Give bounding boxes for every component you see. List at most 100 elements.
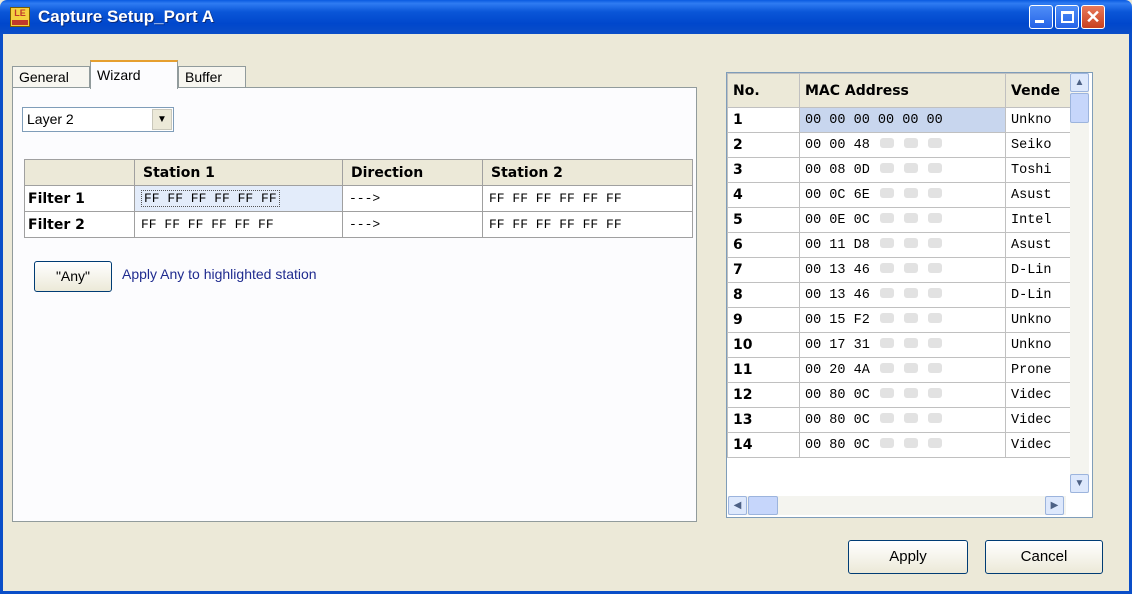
close-button[interactable]: ✕: [1081, 5, 1105, 29]
mac-address-value: 00 80 0C: [805, 387, 870, 403]
layer-select[interactable]: Layer 2 ▼: [22, 107, 174, 132]
tab-buffer[interactable]: Buffer: [178, 66, 246, 88]
tab-wizard[interactable]: Wizard: [90, 60, 178, 89]
mac-row-no: 5: [727, 207, 800, 233]
mac-row-address: 00 17 31: [799, 332, 1006, 358]
mac-row-no: 1: [727, 107, 800, 133]
filter2-station1-cell[interactable]: FF FF FF FF FF FF: [134, 211, 343, 238]
mac-table-header: No. MAC Address Vende: [727, 73, 1076, 108]
scroll-left-icon[interactable]: ◀: [728, 496, 747, 515]
mac-address-value: 00 17 31: [805, 337, 870, 353]
horizontal-scrollbar[interactable]: ◀ ▶: [728, 496, 1066, 515]
mac-address-value: 00 80 0C: [805, 412, 870, 428]
layer-select-value: Layer 2: [27, 111, 74, 127]
filter1-direction-cell[interactable]: --->: [342, 185, 483, 212]
mac-row-no: 2: [727, 132, 800, 158]
cancel-button[interactable]: Cancel: [985, 540, 1103, 574]
mac-row-address: 00 00 48: [799, 132, 1006, 158]
filter1-station2-cell[interactable]: FF FF FF FF FF FF: [482, 185, 693, 212]
maximize-button[interactable]: [1055, 5, 1079, 29]
mac-row-vendor: D-Lin: [1005, 257, 1076, 283]
table-row[interactable]: 9 00 15 F2 Unkno: [727, 307, 1076, 333]
mac-row-no: 11: [727, 357, 800, 383]
mac-address-value: 00 08 0D: [805, 162, 870, 178]
horizontal-scroll-thumb[interactable]: [748, 496, 778, 515]
filter-row-label: Filter 1: [24, 185, 135, 212]
filter2-direction-cell[interactable]: --->: [342, 211, 483, 238]
mac-row-address: 00 13 46: [799, 257, 1006, 283]
mac-row-vendor: Videc: [1005, 432, 1076, 458]
mac-row-address: 00 08 0D: [799, 157, 1006, 183]
mac-address-value: 00 13 46: [805, 287, 870, 303]
table-row[interactable]: Filter 1 FF FF FF FF FF FF ---> FF FF FF…: [24, 185, 693, 212]
table-row[interactable]: Filter 2 FF FF FF FF FF FF ---> FF FF FF…: [24, 211, 693, 238]
mac-row-no: 10: [727, 332, 800, 358]
mac-row-vendor: Unkno: [1005, 107, 1076, 133]
mac-address-value: 00 0E 0C: [805, 212, 870, 228]
any-button[interactable]: "Any": [34, 261, 112, 292]
col-header-mac[interactable]: MAC Address: [799, 73, 1006, 108]
mac-row-no: 9: [727, 307, 800, 333]
mac-row-address: 00 00 00 00 00 00: [799, 107, 1006, 133]
table-row[interactable]: 2 00 00 48 Seiko: [727, 132, 1076, 158]
table-row[interactable]: 3 00 08 0D Toshi: [727, 157, 1076, 183]
mac-address-list[interactable]: No. MAC Address Vende 1 00 00 00 00 00 00…: [726, 72, 1093, 518]
any-hint-text: Apply Any to highlighted station: [122, 266, 317, 282]
mac-table: No. MAC Address Vende 1 00 00 00 00 00 00…: [727, 73, 1076, 458]
scroll-right-icon[interactable]: ▶: [1045, 496, 1064, 515]
col-header-vendor[interactable]: Vende: [1005, 73, 1076, 108]
mac-row-no: 13: [727, 407, 800, 433]
mac-address-value: 00 00 48: [805, 137, 870, 153]
vertical-scrollbar[interactable]: ▲ ▼: [1070, 73, 1089, 493]
grid-header-station1: Station 1: [134, 159, 343, 186]
mac-row-no: 7: [727, 257, 800, 283]
mac-row-vendor: Videc: [1005, 382, 1076, 408]
table-row[interactable]: 5 00 0E 0C Intel: [727, 207, 1076, 233]
apply-button[interactable]: Apply: [848, 540, 968, 574]
mac-row-no: 14: [727, 432, 800, 458]
mac-address-value: 00 0C 6E: [805, 187, 870, 203]
mac-row-address: 00 11 D8: [799, 232, 1006, 258]
table-row[interactable]: 6 00 11 D8 Asust: [727, 232, 1076, 258]
mac-address-value: 00 20 4A: [805, 362, 870, 378]
grid-header-corner: [24, 159, 135, 186]
table-row[interactable]: 4 00 0C 6E Asust: [727, 182, 1076, 208]
window-title: Capture Setup_Port A: [38, 7, 215, 26]
mac-row-vendor: Prone: [1005, 357, 1076, 383]
vertical-scroll-thumb[interactable]: [1070, 93, 1089, 123]
scroll-up-icon[interactable]: ▲: [1070, 73, 1089, 92]
table-row[interactable]: 1 00 00 00 00 00 00 Unkno: [727, 107, 1076, 133]
mac-row-vendor: Videc: [1005, 407, 1076, 433]
minimize-button[interactable]: [1029, 5, 1053, 29]
scroll-down-icon[interactable]: ▼: [1070, 474, 1089, 493]
mac-row-address: 00 0C 6E: [799, 182, 1006, 208]
mac-row-no: 12: [727, 382, 800, 408]
mac-row-vendor: Unkno: [1005, 332, 1076, 358]
table-row[interactable]: 12 00 80 0C Videc: [727, 382, 1076, 408]
mac-row-no: 3: [727, 157, 800, 183]
mac-row-no: 4: [727, 182, 800, 208]
table-row[interactable]: 13 00 80 0C Videc: [727, 407, 1076, 433]
mac-row-vendor: Toshi: [1005, 157, 1076, 183]
title-bar[interactable]: LE Capture Setup_Port A ✕: [0, 0, 1132, 34]
table-row[interactable]: 8 00 13 46 D-Lin: [727, 282, 1076, 308]
table-row[interactable]: 11 00 20 4A Prone: [727, 357, 1076, 383]
filter1-station1-value: FF FF FF FF FF FF: [141, 190, 280, 207]
mac-row-address: 00 0E 0C: [799, 207, 1006, 233]
mac-address-value: 00 13 46: [805, 262, 870, 278]
mac-address-value: 00 11 D8: [805, 237, 870, 253]
table-row[interactable]: 14 00 80 0C Videc: [727, 432, 1076, 458]
minimize-icon: [1035, 20, 1044, 23]
table-row[interactable]: 7 00 13 46 D-Lin: [727, 257, 1076, 283]
filter-grid-header: Station 1 Direction Station 2: [24, 159, 693, 186]
filter2-station2-cell[interactable]: FF FF FF FF FF FF: [482, 211, 693, 238]
col-header-no[interactable]: No.: [727, 73, 800, 108]
filter1-station1-cell[interactable]: FF FF FF FF FF FF: [134, 185, 343, 212]
mac-row-vendor: Unkno: [1005, 307, 1076, 333]
mac-row-vendor: Intel: [1005, 207, 1076, 233]
chevron-down-icon[interactable]: ▼: [152, 109, 172, 130]
app-icon: LE: [10, 7, 30, 27]
tab-general[interactable]: General: [12, 66, 90, 88]
table-row[interactable]: 10 00 17 31 Unkno: [727, 332, 1076, 358]
mac-row-address: 00 80 0C: [799, 407, 1006, 433]
